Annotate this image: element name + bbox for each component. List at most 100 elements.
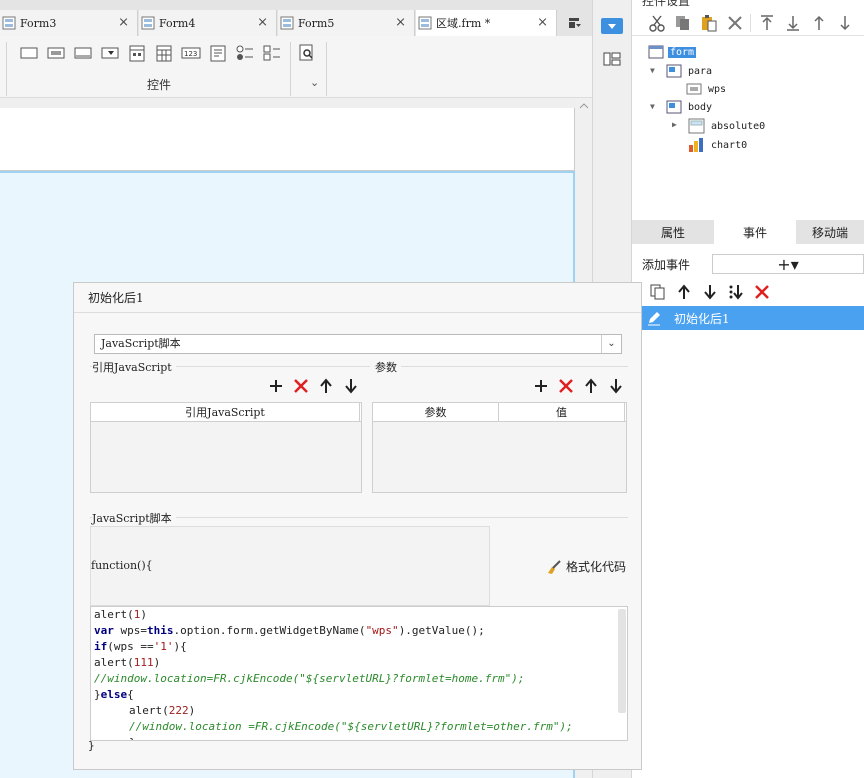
arrow-up-icon[interactable] <box>676 284 692 300</box>
add-event-button[interactable]: +▾ <box>712 254 864 274</box>
arrow-up-icon[interactable] <box>810 14 828 32</box>
move-top-icon[interactable] <box>758 14 776 32</box>
code-token: 222 <box>168 704 189 717</box>
delete-icon[interactable] <box>726 14 744 32</box>
broom-icon <box>546 559 562 575</box>
arrow-up-icon[interactable] <box>318 378 334 394</box>
code-token: } <box>94 688 101 701</box>
sort-icon[interactable] <box>728 284 744 300</box>
close-icon[interactable]: × <box>395 15 406 30</box>
ref-js-section-label: 引用JavaScript <box>92 359 176 375</box>
button-widget-icon[interactable] <box>73 44 93 62</box>
tree-node-absolute0[interactable]: ▶ absolute0 <box>672 118 767 134</box>
close-icon[interactable]: × <box>257 15 268 30</box>
grid-widget-icon[interactable] <box>154 44 174 62</box>
cut-icon[interactable] <box>648 14 666 32</box>
format-code-button[interactable]: 格式化代码 <box>546 558 626 575</box>
script-section-label: JavaScript脚本 <box>92 510 176 526</box>
tab-list-button[interactable] <box>558 10 592 36</box>
arrow-down-icon[interactable] <box>343 378 359 394</box>
tree-node-body[interactable]: ▼ body <box>650 100 714 114</box>
para-region[interactable] <box>0 108 575 171</box>
tab-mobile[interactable]: 移动端 <box>796 220 864 244</box>
tree-node-form[interactable]: form <box>648 45 697 59</box>
tab-form5[interactable]: Form5 × <box>278 10 415 36</box>
tab-attributes[interactable]: 属性 <box>632 220 714 244</box>
column-header[interactable]: 引用JavaScript <box>91 403 360 421</box>
code-token: (wps == <box>107 640 154 653</box>
tab-label: Form4 <box>159 16 196 30</box>
tab-region-frm[interactable]: 区域.frm * × <box>416 10 557 36</box>
expand-arrow-icon[interactable]: ▶ <box>672 120 677 129</box>
tree-node-wps[interactable]: wps <box>686 82 728 96</box>
form-icon <box>648 45 664 59</box>
code-line: alert(111) <box>94 655 160 671</box>
widget-settings-toggle[interactable] <box>601 18 623 34</box>
panel-icon <box>666 64 682 78</box>
delete-icon[interactable] <box>754 284 770 300</box>
checkbox-group-icon[interactable] <box>262 44 282 62</box>
property-tabs: 属性 事件 移动端 <box>632 220 864 244</box>
script-type-select[interactable]: JavaScript脚本 ⌄ <box>94 334 622 354</box>
event-list-item[interactable]: 初始化后1 <box>642 306 864 330</box>
delete-icon[interactable] <box>293 378 309 394</box>
widget-tree-panel: 控件设置 form ▼ para wps ▼ body ▶ absolute0 … <box>632 0 864 220</box>
params-table[interactable]: 参数 值 <box>372 402 627 493</box>
copy-icon[interactable] <box>650 284 666 300</box>
copy-icon[interactable] <box>674 14 692 32</box>
collapse-arrow-icon[interactable]: ▼ <box>650 66 655 75</box>
event-editor-dialog: 初始化后1 JavaScript脚本 ⌄ 引用JavaScript 参数 引用J… <box>73 282 642 770</box>
arrow-up-icon[interactable] <box>583 378 599 394</box>
layout-icon[interactable] <box>603 50 621 68</box>
code-editor[interactable]: alert(1) var wps=this.option.form.getWidg… <box>90 606 628 741</box>
collapse-arrow-icon[interactable]: ▼ <box>650 102 655 111</box>
tree-node-para[interactable]: ▼ para <box>650 64 714 78</box>
code-token: wps= <box>113 624 147 637</box>
code-scrollbar[interactable] <box>618 609 626 713</box>
code-token: alert( <box>94 656 134 669</box>
date-widget-icon[interactable] <box>127 44 147 62</box>
move-bottom-icon[interactable] <box>784 14 802 32</box>
radio-group-icon[interactable] <box>235 44 255 62</box>
tree-node-label: chart0 <box>711 139 748 151</box>
code-token: ) <box>188 704 196 717</box>
format-code-label: 格式化代码 <box>566 560 627 574</box>
code-token: { <box>127 688 134 701</box>
table-header: 引用JavaScript <box>91 403 361 422</box>
arrow-down-icon[interactable] <box>702 284 718 300</box>
chevron-down-icon[interactable]: ⌄ <box>601 335 621 353</box>
close-icon[interactable]: × <box>537 15 548 30</box>
paste-icon[interactable] <box>700 14 718 32</box>
chevron-down-icon[interactable]: ⌄ <box>310 76 319 89</box>
combo-widget-icon[interactable] <box>100 44 120 62</box>
tree-node-chart0[interactable]: chart0 <box>688 137 749 153</box>
tab-label: Form3 <box>20 16 57 30</box>
tab-form4[interactable]: Form4 × <box>139 10 277 36</box>
close-icon[interactable]: × <box>118 15 129 30</box>
column-header[interactable]: 参数 <box>373 403 499 421</box>
edit-icon <box>646 310 662 326</box>
label-widget-icon[interactable] <box>46 44 66 62</box>
delete-icon[interactable] <box>558 378 574 394</box>
textarea-widget-icon[interactable] <box>208 44 228 62</box>
tab-form3[interactable]: Form3 × <box>0 10 138 36</box>
column-header[interactable]: 值 <box>499 403 625 421</box>
search-icon[interactable] <box>297 44 317 62</box>
plus-icon: +▾ <box>777 254 799 274</box>
tree-node-label: para <box>688 65 713 77</box>
ref-js-table[interactable]: 引用JavaScript <box>90 402 362 493</box>
table-header: 参数 值 <box>373 403 626 422</box>
add-icon[interactable] <box>533 378 549 394</box>
number-widget-icon[interactable]: 123 <box>181 44 201 62</box>
form-file-icon <box>418 16 432 30</box>
add-icon[interactable] <box>268 378 284 394</box>
divider <box>750 14 751 32</box>
frame-widget-icon[interactable] <box>19 44 39 62</box>
tab-events[interactable]: 事件 <box>714 220 796 244</box>
code-line: alert(1) <box>94 607 147 623</box>
code-token: alert( <box>94 608 134 621</box>
arrow-down-icon[interactable] <box>608 378 624 394</box>
absolute-layout-icon <box>688 118 705 134</box>
arrow-down-icon[interactable] <box>836 14 854 32</box>
code-token: //window.location =FR.cjkEncode("${servl… <box>129 720 573 733</box>
